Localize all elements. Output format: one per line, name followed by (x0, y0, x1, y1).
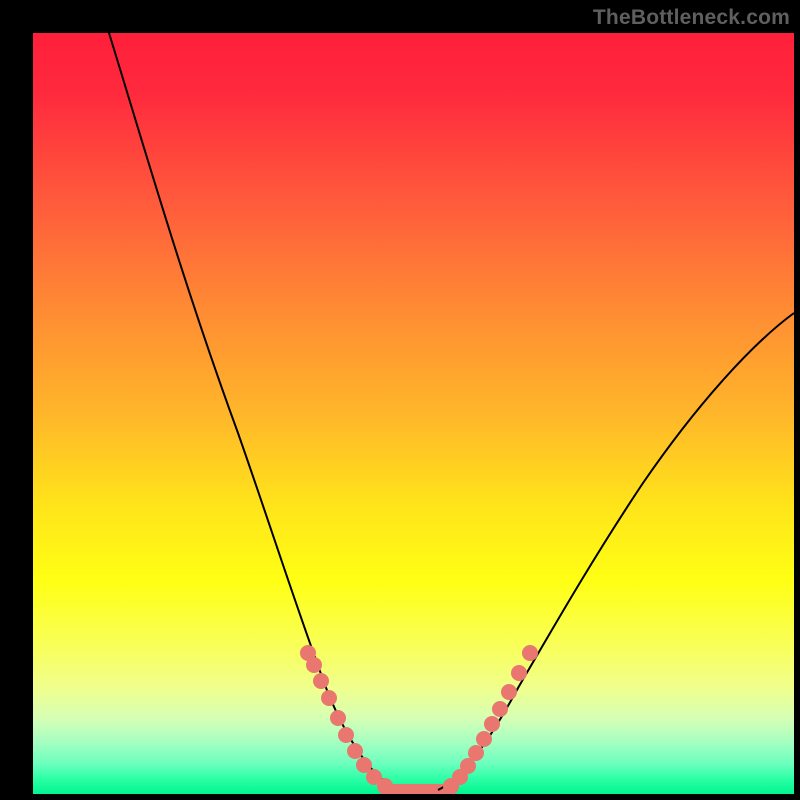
data-dot (330, 710, 346, 726)
data-dot (468, 745, 484, 761)
data-dot (522, 645, 538, 661)
data-dot (321, 690, 337, 706)
data-dot (338, 727, 354, 743)
curves-layer (33, 33, 794, 794)
data-dot (313, 673, 329, 689)
chart-frame: TheBottleneck.com (0, 0, 800, 800)
watermark-text: TheBottleneck.com (593, 6, 790, 30)
data-dot (501, 684, 517, 700)
data-dot (377, 778, 393, 794)
data-dot (347, 743, 363, 759)
left-curve (109, 33, 398, 790)
data-dot (306, 657, 322, 673)
data-dot (511, 665, 527, 681)
data-dot (492, 701, 508, 717)
plot-area (33, 33, 794, 794)
data-dot (476, 731, 492, 747)
data-dot (484, 716, 500, 732)
